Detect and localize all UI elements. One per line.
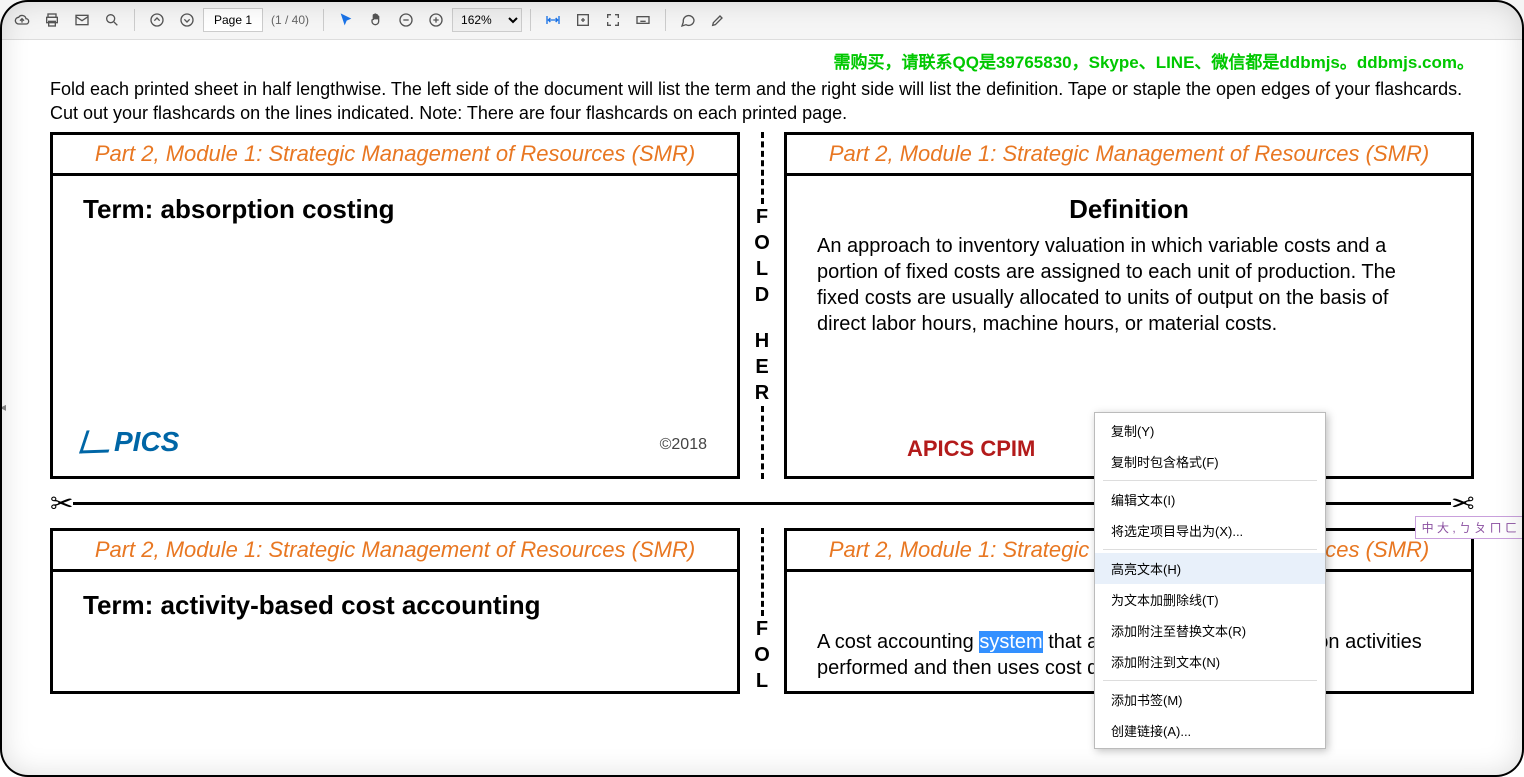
- copyright-text: ©2018: [660, 436, 707, 454]
- card-module-title: Part 2, Module 1: Strategic Management o…: [787, 135, 1471, 176]
- fold-letter: D: [755, 282, 769, 308]
- fold-letter: R: [755, 380, 769, 406]
- ctx-copy[interactable]: 复制(Y): [1095, 415, 1325, 446]
- keyboard-icon[interactable]: [629, 6, 657, 34]
- toolbar-separator: [665, 9, 666, 31]
- ctx-add-note[interactable]: 添加附注到文本(N): [1095, 646, 1325, 677]
- ctx-separator: [1103, 549, 1317, 550]
- fold-letter: F: [756, 616, 768, 642]
- toolbar-separator: [323, 9, 324, 31]
- toolbar-separator: [134, 9, 135, 31]
- hand-tool-icon[interactable]: [362, 6, 390, 34]
- definition-heading: Definition: [817, 194, 1441, 225]
- scissors-icon: ✂: [50, 487, 73, 520]
- context-menu: 复制(Y) 复制时包含格式(F) 编辑文本(I) 将选定项目导出为(X)... …: [1094, 412, 1326, 749]
- zoom-out-icon[interactable]: [392, 6, 420, 34]
- fit-width-icon[interactable]: [539, 6, 567, 34]
- page-count-label: (1 / 40): [271, 13, 309, 27]
- fold-letter: L: [756, 256, 768, 282]
- definition-text: An approach to inventory valuation in wh…: [817, 233, 1441, 337]
- page-down-icon[interactable]: [173, 6, 201, 34]
- page-number-input[interactable]: [203, 8, 263, 32]
- comment-icon[interactable]: [674, 6, 702, 34]
- fold-letter: H: [755, 328, 769, 354]
- ctx-export-selection[interactable]: 将选定项目导出为(X)...: [1095, 515, 1325, 546]
- ctx-separator: [1103, 480, 1317, 481]
- instructions-text: Fold each printed sheet in half lengthwi…: [50, 77, 1474, 126]
- ctx-strikethrough[interactable]: 为文本加删除线(T): [1095, 584, 1325, 615]
- fold-letter: E: [755, 354, 768, 380]
- toolbar-separator: [530, 9, 531, 31]
- card-module-title: Part 2, Module 1: Strategic Management o…: [53, 135, 737, 176]
- ctx-replace-note[interactable]: 添加附注至替换文本(R): [1095, 615, 1325, 646]
- card-module-title: Part 2, Module 1: Strategic Management o…: [53, 531, 737, 572]
- select-tool-icon[interactable]: [332, 6, 360, 34]
- zoom-select[interactable]: 162%: [452, 8, 522, 32]
- fold-letter: F: [756, 204, 768, 230]
- term-text: Term: activity-based cost accounting: [83, 590, 707, 621]
- apics-logo: PICS: [83, 426, 179, 458]
- pdf-toolbar: (1 / 40) 162%: [0, 0, 1524, 40]
- flashcard-term: Part 2, Module 1: Strategic Management o…: [50, 132, 740, 479]
- fit-page-icon[interactable]: [569, 6, 597, 34]
- fold-letter: O: [754, 230, 770, 256]
- flashcard-term: Part 2, Module 1: Strategic Management o…: [50, 528, 740, 694]
- page-up-icon[interactable]: [143, 6, 171, 34]
- ctx-copy-format[interactable]: 复制时包含格式(F): [1095, 446, 1325, 477]
- fold-letter: O: [754, 642, 770, 668]
- watermark-text: 需购买，请联系QQ是39765830，Skype、LINE、微信都是ddbmjs…: [50, 48, 1474, 73]
- panel-expand-handle[interactable]: ◂: [0, 400, 6, 414]
- scissors-icon: ✂: [1451, 487, 1474, 520]
- ime-badge: 中 大 , ㄅ ㄆ ㄇ ㄈ: [1415, 516, 1524, 539]
- cloud-upload-icon[interactable]: [8, 6, 36, 34]
- fold-letter: L: [756, 668, 768, 694]
- ctx-bookmark[interactable]: 添加书签(M): [1095, 684, 1325, 715]
- fullscreen-icon[interactable]: [599, 6, 627, 34]
- highlight-pen-icon[interactable]: [704, 6, 732, 34]
- print-icon[interactable]: [38, 6, 66, 34]
- fold-line: F O L D H E R: [740, 132, 784, 479]
- search-icon[interactable]: [98, 6, 126, 34]
- email-icon[interactable]: [68, 6, 96, 34]
- ctx-edit-text[interactable]: 编辑文本(I): [1095, 484, 1325, 515]
- ctx-highlight[interactable]: 高亮文本(H): [1095, 553, 1325, 584]
- ctx-create-link[interactable]: 创建链接(A)...: [1095, 715, 1325, 746]
- ctx-separator: [1103, 680, 1317, 681]
- zoom-in-icon[interactable]: [422, 6, 450, 34]
- term-text: Term: absorption costing: [83, 194, 707, 225]
- fold-line: F O L: [740, 528, 784, 694]
- selected-text: system: [979, 631, 1042, 653]
